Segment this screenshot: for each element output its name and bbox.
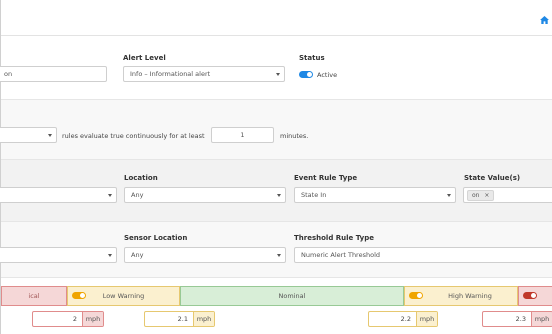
alert-level-select[interactable]: Info – Informational alert: [123, 66, 285, 82]
event-location-select[interactable]: Any: [124, 187, 286, 203]
threshold-critical-high-input[interactable]: 2.3 mph: [482, 311, 552, 327]
toggle-knob: [417, 293, 422, 298]
tag-remove-icon[interactable]: ×: [484, 192, 489, 199]
event-rule-type-value: State In: [301, 191, 327, 199]
toggle-knob: [307, 72, 312, 77]
high-critical-toggle[interactable]: [523, 292, 537, 299]
alert-editor-panel: on Alert Level Info – Informational aler…: [0, 0, 552, 334]
event-rule-section: Location Any Event Rule Type State In St…: [0, 160, 552, 222]
band-nominal: Nominal: [180, 286, 404, 306]
sensor-location-label: Sensor Location: [124, 234, 188, 242]
threshold-rule-section: Sensor Location Any Threshold Rule Type …: [0, 222, 552, 278]
threshold-value: 2.2: [400, 315, 411, 323]
band-nominal-label: Nominal: [278, 292, 306, 300]
chevron-down-icon: [108, 254, 112, 257]
threshold-rule-type-label: Threshold Rule Type: [294, 234, 374, 242]
band-high-warning-label: High Warning: [448, 292, 492, 300]
chevron-down-icon: [447, 194, 451, 197]
status-toggle[interactable]: [299, 71, 313, 78]
band-low-warning: Low Warning: [67, 286, 180, 306]
chevron-down-icon: [277, 254, 281, 257]
duration-value: 1: [240, 131, 245, 139]
threshold-value: 2: [72, 315, 77, 323]
threshold-unit: mph: [82, 312, 103, 326]
band-low-warning-label: Low Warning: [102, 292, 145, 300]
band-critical-low-label: ical: [28, 292, 40, 300]
chevron-down-icon: [276, 73, 280, 76]
state-values-label: State Value(s): [464, 174, 521, 182]
alert-name-value: on: [4, 70, 13, 78]
state-values-select[interactable]: on ×: [463, 187, 552, 203]
threshold-rule-type-select[interactable]: Numeric Alert Threshold: [294, 247, 552, 263]
high-warning-toggle[interactable]: [409, 292, 423, 299]
threshold-rule-type-value: Numeric Alert Threshold: [301, 251, 381, 259]
status-value: Active: [317, 71, 338, 79]
event-rule-type-label: Event Rule Type: [294, 174, 358, 182]
top-bar: [1, 0, 552, 36]
state-tag-label: on: [472, 192, 480, 199]
alert-name-input[interactable]: on: [0, 66, 107, 82]
low-warning-toggle[interactable]: [72, 292, 86, 299]
chevron-down-icon: [108, 194, 112, 197]
sensor-location-value: Any: [131, 251, 144, 259]
rules-mode-select[interactable]: [0, 127, 57, 143]
rules-prefix-text: rules evaluate true continuously for at …: [62, 132, 205, 140]
home-icon[interactable]: [540, 16, 549, 24]
threshold-low-warning-input[interactable]: 2.1 mph: [144, 311, 215, 327]
threshold-unit: mph: [416, 312, 437, 326]
chevron-down-icon: [48, 134, 52, 137]
threshold-critical-low-input[interactable]: 2 mph: [32, 311, 104, 327]
chevron-down-icon: [277, 194, 281, 197]
event-location-label: Location: [124, 174, 158, 182]
duration-input[interactable]: 1: [211, 127, 274, 143]
band-high-warning: High Warning: [404, 286, 518, 306]
threshold-device-select[interactable]: [0, 247, 117, 263]
event-device-select[interactable]: [0, 187, 117, 203]
band-critical-high: [518, 286, 552, 306]
threshold-high-warning-input[interactable]: 2.2 mph: [368, 311, 438, 327]
threshold-value: 2.1: [177, 315, 188, 323]
toggle-knob: [531, 293, 536, 298]
alert-level-label: Alert Level: [123, 54, 166, 62]
alert-level-value: Info – Informational alert: [130, 70, 211, 78]
threshold-value: 2.3: [515, 315, 526, 323]
toggle-knob: [80, 293, 85, 298]
band-critical-low: ical: [1, 286, 67, 306]
threshold-unit: mph: [193, 312, 214, 326]
rules-suffix-text: minutes.: [280, 132, 309, 140]
threshold-unit: mph: [531, 312, 552, 326]
event-location-value: Any: [131, 191, 144, 199]
status-label: Status: [299, 54, 325, 62]
rules-duration-section: rules evaluate true continuously for at …: [0, 100, 552, 160]
event-rule-type-select[interactable]: State In: [294, 187, 456, 203]
sensor-location-select[interactable]: Any: [124, 247, 286, 263]
state-tag: on ×: [467, 190, 495, 201]
alert-basics-section: on Alert Level Info – Informational aler…: [0, 36, 552, 100]
